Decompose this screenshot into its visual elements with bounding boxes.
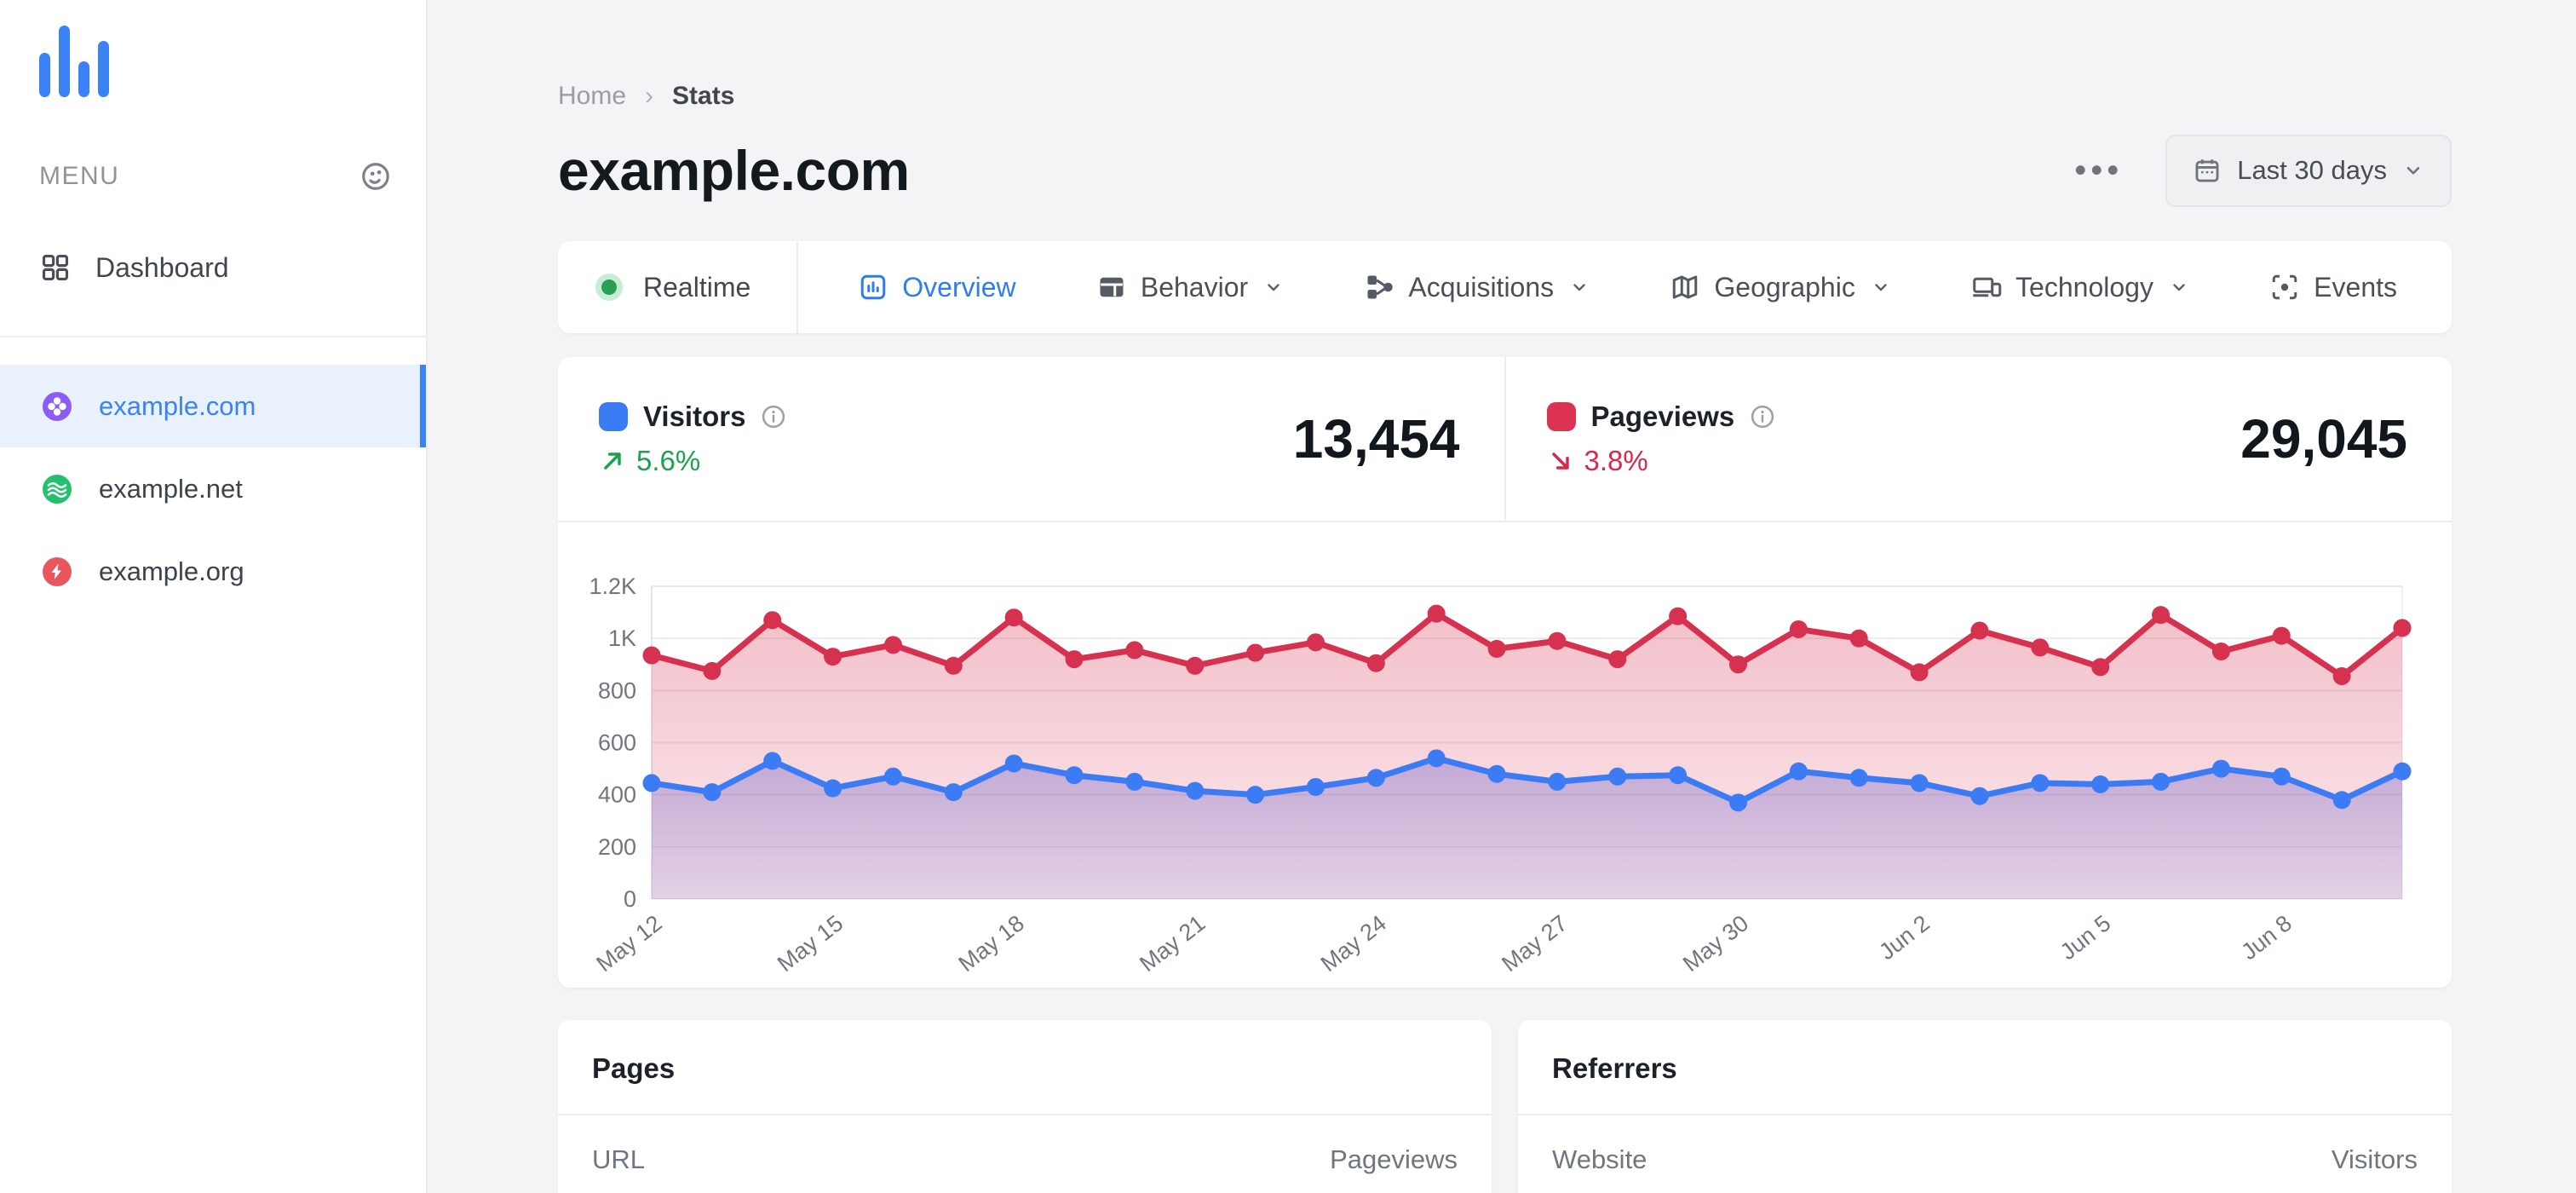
svg-text:May 27: May 27 xyxy=(1497,910,1572,977)
trend-down-icon xyxy=(1547,447,1574,475)
menu-label: MENU xyxy=(39,162,120,190)
stat-value: 13,454 xyxy=(1292,408,1460,470)
chevron-down-icon xyxy=(2169,277,2189,297)
bolt-site-icon xyxy=(43,556,72,586)
referrers-card: Referrers Website Visitors xyxy=(1518,1020,2452,1193)
sidebar: MENU Dashboard example.com example.net e… xyxy=(0,0,428,1193)
dashboard-grid-icon xyxy=(39,251,72,284)
section-tabbar: Realtime Overview Behavior Acquisitions xyxy=(558,241,2452,333)
stat-pageviews: Pageviews 3.8% 29,045 xyxy=(1504,357,2452,521)
header-actions: ••• Last 30 days xyxy=(2066,134,2452,207)
table-header: URL Pageviews xyxy=(592,1115,1458,1175)
breadcrumb-chevron-icon: › xyxy=(645,82,654,110)
main-content: Home › Stats example.com ••• Last 30 day… xyxy=(428,0,2576,1193)
chevron-down-icon xyxy=(1569,277,1590,297)
svg-text:0: 0 xyxy=(624,886,636,912)
sidebar-item-label: Dashboard xyxy=(95,251,229,283)
sidebar-site-item[interactable]: example.org xyxy=(0,530,426,613)
site-list: example.com example.net example.org xyxy=(0,365,426,613)
trend-up-icon xyxy=(599,447,626,475)
column-header-website: Website xyxy=(1552,1144,1647,1174)
visitors-swatch xyxy=(599,402,628,431)
events-icon xyxy=(2269,272,2300,303)
menu-header: MENU xyxy=(0,160,426,193)
chevron-down-icon xyxy=(1871,277,1891,297)
pages-card: Pages URL Pageviews xyxy=(558,1020,1492,1193)
stats-row: Visitors 5.6% 13,454 Pageviews 3.8% 29,0… xyxy=(558,357,2452,521)
tab-behavior[interactable]: Behavior xyxy=(1096,272,1284,303)
svg-text:Jun 8: Jun 8 xyxy=(2236,910,2297,965)
column-header-url: URL xyxy=(592,1144,646,1174)
table-header: Website Visitors xyxy=(1552,1115,2418,1175)
tab-group: Overview Behavior Acquisitions Geographi… xyxy=(798,241,2452,333)
site-label: example.org xyxy=(99,556,244,586)
calendar-icon xyxy=(2193,156,2222,185)
sidebar-site-item[interactable]: example.com xyxy=(0,365,426,447)
tab-label: Realtime xyxy=(643,271,751,303)
info-icon[interactable] xyxy=(1750,404,1775,429)
breadcrumb: Home › Stats xyxy=(558,81,2452,112)
breadcrumb-current: Stats xyxy=(672,82,735,110)
bottom-tables: Pages URL Pageviews Referrers Website Vi… xyxy=(558,1020,2452,1193)
svg-text:May 12: May 12 xyxy=(591,910,666,977)
tab-realtime[interactable]: Realtime xyxy=(558,241,799,333)
stat-change: 3.8% xyxy=(1547,445,1776,477)
tab-technology[interactable]: Technology xyxy=(1971,272,2189,303)
svg-text:Jun 2: Jun 2 xyxy=(1874,910,1935,965)
realtime-live-dot-icon xyxy=(595,274,623,301)
app-logo-icon xyxy=(39,26,426,97)
chevron-down-icon xyxy=(1263,277,1284,297)
site-label: example.net xyxy=(99,473,243,504)
account-face-icon[interactable] xyxy=(359,160,392,193)
svg-text:400: 400 xyxy=(598,782,636,808)
breadcrumb-home-link[interactable]: Home xyxy=(558,82,626,111)
card-title: Pages xyxy=(592,1052,676,1084)
svg-text:200: 200 xyxy=(598,834,636,860)
svg-text:600: 600 xyxy=(598,730,636,756)
stat-visitors: Visitors 5.6% 13,454 xyxy=(558,357,1504,521)
behavior-icon xyxy=(1096,272,1127,303)
sidebar-divider xyxy=(0,336,426,337)
overview-card: Visitors 5.6% 13,454 Pageviews 3.8% 29,0… xyxy=(558,357,2452,988)
waves-site-icon xyxy=(43,474,72,504)
chevron-down-icon xyxy=(2402,159,2424,182)
stat-name: Visitors xyxy=(643,401,746,432)
tab-geographic[interactable]: Geographic xyxy=(1670,272,1890,303)
pageviews-swatch xyxy=(1546,402,1576,431)
acquisitions-icon xyxy=(1364,272,1394,303)
svg-text:May 30: May 30 xyxy=(1678,910,1753,977)
column-header-pageviews: Pageviews xyxy=(1330,1144,1458,1174)
geographic-icon xyxy=(1670,272,1700,303)
date-range-button[interactable]: Last 30 days xyxy=(2165,134,2452,207)
stat-name: Pageviews xyxy=(1590,401,1735,432)
overview-icon xyxy=(858,272,888,303)
technology-icon xyxy=(1971,272,2002,303)
tab-overview[interactable]: Overview xyxy=(858,272,1016,303)
page-header: example.com ••• Last 30 days xyxy=(558,134,2452,207)
svg-text:May 24: May 24 xyxy=(1316,910,1391,977)
page-title: example.com xyxy=(558,139,910,202)
traffic-chart: 0 200 400 600 800 1K 1.2K May 12 May 15 May 18 May… xyxy=(589,573,2412,977)
info-icon[interactable] xyxy=(761,404,786,429)
svg-text:May 18: May 18 xyxy=(954,910,1029,977)
svg-text:Jun 5: Jun 5 xyxy=(2056,910,2116,965)
svg-text:800: 800 xyxy=(598,677,636,703)
stat-value: 29,045 xyxy=(2240,408,2407,470)
more-options-button[interactable]: ••• xyxy=(2066,145,2131,196)
svg-text:May 15: May 15 xyxy=(773,910,848,977)
card-title: Referrers xyxy=(1552,1052,1677,1084)
flower-site-icon xyxy=(43,391,72,421)
sidebar-site-item[interactable]: example.net xyxy=(0,447,426,530)
svg-text:1K: 1K xyxy=(608,625,636,651)
column-header-visitors: Visitors xyxy=(2331,1144,2418,1174)
date-range-label: Last 30 days xyxy=(2237,155,2387,185)
svg-text:May 21: May 21 xyxy=(1135,910,1210,977)
site-label: example.com xyxy=(99,390,256,421)
tab-acquisitions[interactable]: Acquisitions xyxy=(1364,272,1590,303)
tab-events[interactable]: Events xyxy=(2269,272,2397,303)
stat-change: 5.6% xyxy=(599,445,786,477)
svg-text:1.2K: 1.2K xyxy=(589,573,636,599)
sidebar-item-dashboard[interactable]: Dashboard xyxy=(0,237,426,298)
